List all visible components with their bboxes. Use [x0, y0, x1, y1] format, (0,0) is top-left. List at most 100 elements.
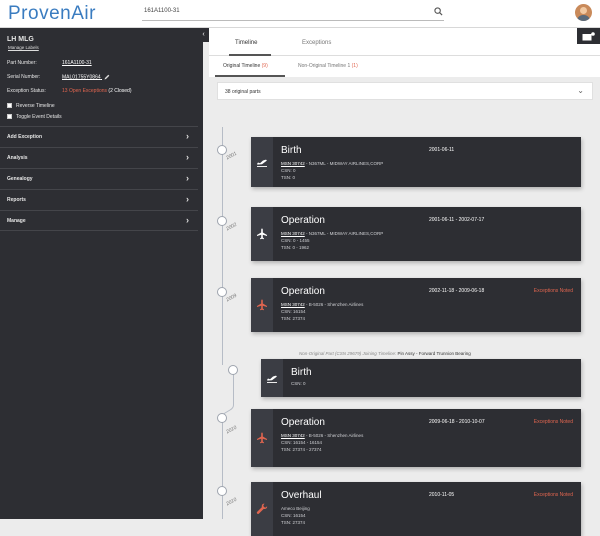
event-csn: CSN: 16154 — [281, 309, 306, 314]
subtab-label: Original Timeline — [223, 63, 261, 69]
event-card-operation[interactable]: Operation 2001-06-11 - 2002-07-17 MSN 30… — [251, 207, 581, 261]
event-icon-box — [251, 482, 273, 536]
manage-labels-link[interactable]: Manage Labels — [8, 45, 39, 50]
search-icon[interactable] — [434, 7, 443, 16]
chevron-right-icon: › — [186, 194, 189, 204]
timeline-branch-line — [233, 374, 234, 403]
event-icon-box — [251, 278, 273, 332]
timeline-node[interactable] — [228, 365, 238, 375]
event-date: 2010-11-05 — [429, 492, 455, 498]
event-csn: CSN: 0 - 1455 — [281, 238, 310, 243]
active-tab-indicator — [229, 54, 271, 56]
timeline-node[interactable] — [217, 216, 227, 226]
event-date: 2009-06-18 - 2010-10-07 — [429, 419, 485, 425]
event-icon-box — [261, 359, 283, 397]
open-exceptions-count[interactable]: 13 Open Exceptions — [62, 88, 107, 94]
subtab-count: (9) — [261, 63, 268, 69]
user-avatar[interactable] — [575, 4, 592, 21]
serial-number-value[interactable]: MAL01755Y0864 — [62, 74, 101, 80]
plane-icon — [257, 299, 267, 311]
event-title: Operation — [281, 417, 325, 428]
event-card-operation[interactable]: Operation 2002-11-18 - 2009-06-18 Except… — [251, 278, 581, 332]
event-card-birth[interactable]: Birth 2001-06-11 MSN 30742 - N367ML - MI… — [251, 137, 581, 187]
menu-label: Analysis — [7, 155, 28, 161]
msn-link[interactable]: MSN 30742 — [281, 302, 305, 307]
menu-manage[interactable]: Manage › — [0, 210, 198, 231]
exception-status-value: 13 Open Exceptions (2 Closed) — [62, 88, 132, 94]
search-input[interactable]: 161A1100-31 — [144, 8, 180, 14]
event-icon-box — [251, 207, 273, 261]
menu-genealogy[interactable]: Genealogy › — [0, 168, 198, 189]
subtab-non-original-timeline[interactable]: Non-Original Timeline 1 (1) — [298, 63, 358, 69]
serial-number-row: MAL01755Y0864 — [62, 74, 110, 80]
reverse-timeline-label: Reverse Timeline — [16, 103, 55, 109]
event-card-birth-non-original[interactable]: Birth CSN: 0 — [261, 359, 581, 397]
exceptions-noted-badge[interactable]: Exceptions Noted — [534, 492, 573, 498]
event-csn: CSN: 0 — [291, 381, 306, 386]
app-logo[interactable]: ProvenAir — [8, 3, 96, 25]
wrench-icon — [256, 503, 268, 515]
event-operator: - B-5026 - Shenzhen Airlines — [306, 302, 364, 307]
event-date: 2001-06-11 - 2002-07-17 — [429, 217, 485, 223]
menu-add-exception[interactable]: Add Exception › — [0, 126, 198, 147]
exceptions-noted-badge[interactable]: Exceptions Noted — [534, 288, 573, 294]
timeline-line — [222, 127, 223, 365]
menu-analysis[interactable]: Analysis › — [0, 147, 198, 168]
timeline-node[interactable] — [217, 486, 227, 496]
event-csn: CSN: 16154 — [281, 513, 306, 518]
tab-timeline[interactable]: Timeline — [235, 40, 257, 46]
subtab-bar: Original Timeline (9) Non-Original Timel… — [209, 57, 600, 77]
event-title: Operation — [281, 286, 325, 297]
inbox-icon — [582, 32, 595, 41]
part-number-value[interactable]: 161A1100-31 — [62, 60, 92, 66]
event-date: 2001-06-11 — [429, 147, 455, 153]
plane-takeoff-icon — [257, 159, 267, 167]
collapse-sidebar-button[interactable]: ‹ — [198, 28, 209, 42]
chevron-right-icon: › — [186, 131, 189, 141]
timeline-line — [222, 417, 223, 519]
event-tsn: TSN: 27374 — [281, 316, 306, 321]
msn-link[interactable]: MSN 30742 — [281, 433, 305, 438]
chevron-right-icon: › — [186, 215, 189, 225]
timeline-year: 2009 — [225, 292, 238, 304]
event-icon-box — [251, 409, 273, 467]
event-card-overhaul[interactable]: Overhaul 2010-11-05 Exceptions Noted Ame… — [251, 482, 581, 536]
closed-exceptions-count: (2 Closed) — [108, 88, 132, 94]
asset-title: LH MLG — [7, 36, 34, 43]
top-bar: ProvenAir 161A1100-31 — [0, 0, 600, 28]
tab-exceptions[interactable]: Exceptions — [302, 40, 331, 46]
exception-status-label: Exception Status: — [7, 88, 46, 94]
event-tsn: TSN: 0 - 1962 — [281, 245, 310, 250]
reverse-timeline-checkbox[interactable] — [7, 103, 12, 108]
note-part-name[interactable]: Pin Assy - Forward Trunnion Bearing — [398, 351, 471, 356]
msn-link[interactable]: MSN 30742 — [281, 231, 305, 236]
event-aircraft-line: MSN 30742 - N367ML - MIDWAY AIRLINES,COR… — [281, 231, 383, 236]
menu-label: Reports — [7, 197, 26, 203]
subtab-label: Non-Original Timeline 1 — [298, 63, 351, 69]
parts-filter-dropdown[interactable]: 38 original parts ⌄ — [217, 82, 593, 100]
timeline-node[interactable] — [217, 287, 227, 297]
plane-icon — [257, 432, 267, 444]
pencil-icon[interactable] — [104, 74, 110, 80]
event-aircraft-line: MSN 30742 - N367ML - MIDWAY AIRLINES,COR… — [281, 161, 383, 166]
exceptions-noted-badge[interactable]: Exceptions Noted — [534, 419, 573, 425]
event-aircraft-line: MSN 30742 - B-5026 - Shenzhen Airlines — [281, 302, 363, 307]
non-original-part-note: Non-Original Part (CSN 29679) Joining Ti… — [299, 351, 471, 356]
event-card-operation[interactable]: Operation 2009-06-18 - 2010-10-07 Except… — [251, 409, 581, 467]
event-icon-box — [251, 137, 273, 187]
timeline-node[interactable] — [217, 413, 227, 423]
timeline-node[interactable] — [217, 145, 227, 155]
menu-reports[interactable]: Reports › — [0, 189, 198, 210]
timeline-content: 38 original parts ⌄ 2001 2002 2009 2010 … — [209, 77, 600, 536]
timeline-year: 2001 — [225, 150, 238, 162]
event-title: Birth — [291, 367, 312, 378]
notifications-button[interactable] — [577, 28, 600, 44]
event-tsn: TSN: 27374 — [281, 520, 306, 525]
toggle-event-details-checkbox[interactable] — [7, 114, 12, 119]
part-number-label: Part Number: — [7, 60, 37, 66]
subtab-count: (1) — [351, 63, 358, 69]
sidebar: LH MLG Manage Labels Part Number: 161A11… — [0, 28, 203, 519]
subtab-original-timeline[interactable]: Original Timeline (9) — [223, 63, 268, 69]
msn-link[interactable]: MSN 30742 — [281, 161, 305, 166]
search-bar[interactable]: 161A1100-31 — [142, 7, 444, 21]
